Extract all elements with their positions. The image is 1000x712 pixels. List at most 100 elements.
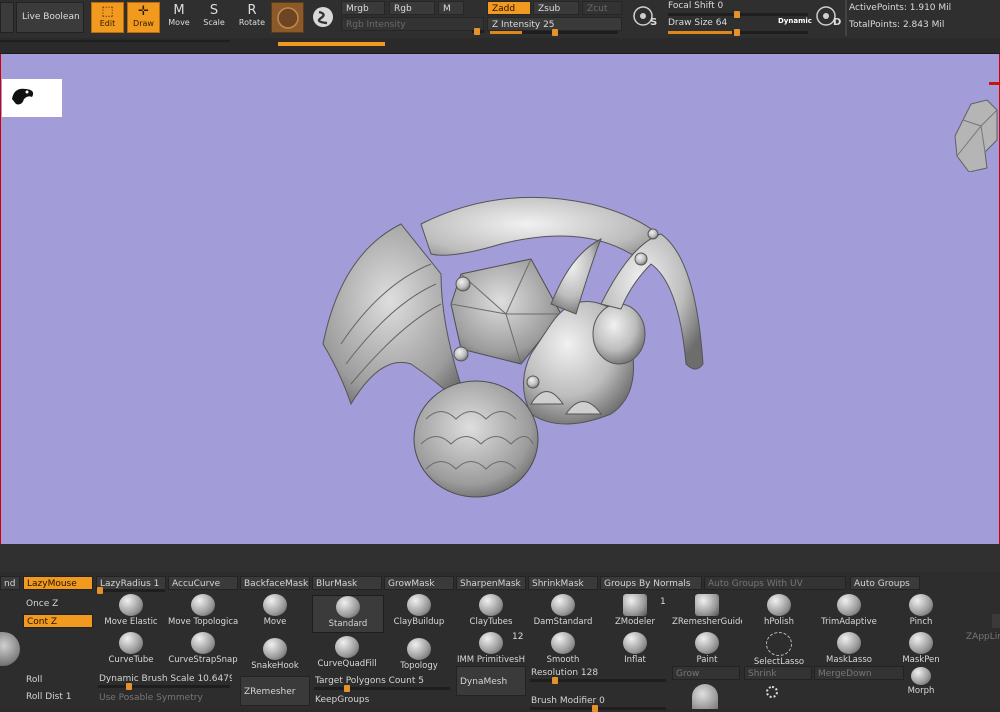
row1-button-0[interactable]: nd (0, 576, 20, 590)
target-polygons-slider[interactable]: Target Polygons Count 5 (312, 674, 452, 688)
rgb-button[interactable]: Rgb (389, 1, 435, 15)
document-canvas[interactable] (0, 54, 1000, 544)
zsub-button[interactable]: Zsub (533, 1, 579, 15)
cont-z-button[interactable]: Cont Z (23, 614, 93, 628)
zapplink-button[interactable]: ZAppLin (966, 632, 1000, 642)
grow-button[interactable]: Grow (672, 666, 740, 680)
auto-groups-button[interactable]: Auto Groups (850, 576, 920, 590)
brush-trimadaptive[interactable]: TrimAdaptive (814, 594, 884, 630)
brush-s-button[interactable]: S (630, 3, 660, 33)
brush-smooth[interactable]: Smooth (528, 632, 598, 668)
brush-morph[interactable]: Morph (886, 667, 956, 699)
brush-move[interactable]: Move (240, 594, 310, 630)
m-button[interactable]: M (438, 1, 464, 15)
brush-zremesherguide[interactable]: ZRemesherGuide (672, 594, 742, 630)
brush-label: IMM PrimitivesH (456, 655, 526, 665)
rotate-button[interactable]: R Rotate (236, 2, 268, 33)
dynamic-d-button[interactable]: D (813, 3, 843, 33)
draw-button[interactable]: ✛ Draw (127, 2, 160, 33)
brush-modifier-slider[interactable]: Brush Modifier 0 (528, 694, 668, 708)
partial-sphere-icon (0, 632, 20, 666)
mrgb-button[interactable]: Mrgb (341, 1, 385, 15)
dotted-sphere-icon[interactable] (766, 686, 778, 698)
shrink-button[interactable]: Shrink (744, 666, 812, 680)
brush-move-topological[interactable]: Move Topologica (168, 594, 238, 630)
dynamesh-button[interactable]: DynaMesh (456, 666, 526, 696)
focal-shift-knob[interactable] (734, 11, 740, 18)
navigation-head-icon[interactable] (951, 96, 999, 172)
auto-groups-with-uv-button[interactable]: Auto Groups With UV (704, 576, 846, 590)
brush-maskpen[interactable]: MaskPen (886, 632, 956, 668)
draw-size-track[interactable] (668, 29, 808, 36)
brush-curvestrapsnap[interactable]: CurveStrapSnap (168, 632, 238, 668)
target-polygons-knob[interactable] (344, 685, 350, 692)
mermaid-sculpt-model[interactable] (301, 164, 721, 509)
brush-topology[interactable]: Topology (384, 638, 454, 674)
lazyradius-slider[interactable]: LazyRadius 1 (96, 576, 166, 590)
resolution-knob[interactable] (552, 677, 558, 684)
shell-brush-icon[interactable] (692, 684, 718, 709)
brush-hpolish[interactable]: hPolish (744, 594, 814, 630)
dynamic-button[interactable]: Dynamic (778, 17, 812, 25)
edit-icon: ⬚ (101, 4, 114, 19)
draw-size-knob[interactable] (734, 29, 740, 36)
z-intensity-knob[interactable] (552, 29, 558, 36)
stroke-button[interactable] (309, 2, 339, 33)
live-boolean-button[interactable]: Live Boolean (16, 2, 84, 33)
brush-claybuildup[interactable]: ClayBuildup (384, 594, 454, 630)
toolbar-edge-button[interactable] (0, 2, 14, 33)
shrinkmask-button[interactable]: ShrinkMask (528, 576, 598, 590)
growmask-button[interactable]: GrowMask (384, 576, 454, 590)
rgb-intensity-track (472, 28, 484, 35)
brush-inflat[interactable]: Inflat (600, 632, 670, 668)
brush-pinch[interactable]: Pinch (886, 594, 956, 630)
edit-label: Edit (99, 19, 116, 28)
brush-label: Move Topologica (168, 617, 238, 627)
rgb-intensity-knob[interactable] (474, 28, 480, 35)
s-key-label: S (650, 17, 658, 28)
brush-label: Standard (328, 619, 368, 629)
side-tab[interactable] (992, 614, 1000, 628)
lazyradius-track (97, 587, 165, 594)
accucurve-button[interactable]: AccuCurve (168, 576, 238, 590)
zcut-button[interactable]: Zcut (582, 1, 622, 15)
zadd-button[interactable]: Zadd (487, 1, 531, 15)
standard-brush-icon (336, 596, 360, 618)
edit-button[interactable]: ⬚ Edit (91, 2, 124, 33)
scale-button[interactable]: S Scale (199, 2, 229, 33)
dynamic-brush-scale-knob[interactable] (126, 683, 132, 690)
use-posable-symmetry-button[interactable]: Use Posable Symmetry (96, 691, 232, 705)
roll-button[interactable]: Roll (23, 673, 93, 687)
brush-selectlasso[interactable]: SelectLasso (744, 632, 814, 668)
brush-snakehook[interactable]: SnakeHook (240, 638, 310, 674)
brush-standard[interactable]: Standard (312, 595, 384, 633)
dynamic-brush-scale-track (98, 683, 230, 690)
active-tab-indicator (278, 42, 385, 46)
sharpenmask-button[interactable]: SharpenMask (456, 576, 526, 590)
roll-dist-slider[interactable]: Roll Dist 1 (23, 690, 93, 704)
brush-damstandard[interactable]: DamStandard (528, 594, 598, 630)
brush-paint[interactable]: Paint (672, 632, 742, 668)
groups-by-normals-button[interactable]: Groups By Normals (600, 576, 702, 590)
brush-curvetube[interactable]: CurveTube (96, 632, 166, 668)
resolution-slider[interactable]: Resolution 128 (528, 666, 668, 680)
material-button[interactable] (271, 2, 304, 33)
canvas-red-marker (989, 82, 999, 85)
backfacemask-button[interactable]: BackfaceMask (240, 576, 310, 590)
keepgroups-button[interactable]: KeepGroups (312, 693, 452, 707)
rgb-intensity-slider[interactable]: Rgb Intensity (341, 17, 484, 31)
blurmask-button[interactable]: BlurMask (312, 576, 382, 590)
brush-move-elastic[interactable]: Move Elastic (96, 594, 166, 630)
brush-curvequadfill[interactable]: CurveQuadFill (312, 636, 382, 672)
focal-shift-track[interactable] (668, 11, 808, 18)
brush-claytubes[interactable]: ClayTubes (456, 594, 526, 630)
move-button[interactable]: M Move (164, 2, 194, 33)
lazymouse-button[interactable]: LazyMouse (23, 576, 93, 590)
zremesher-button[interactable]: ZRemesher (240, 676, 310, 706)
once-z-button[interactable]: Once Z (23, 597, 93, 611)
brush-masklasso[interactable]: MaskLasso (814, 632, 884, 668)
z-intensity-label: Z Intensity (492, 20, 541, 30)
imm-primitives-icon (479, 632, 503, 654)
dynamic-brush-scale-slider[interactable]: Dynamic Brush Scale 10.64793 (96, 672, 232, 686)
lazyradius-knob[interactable] (97, 587, 103, 594)
